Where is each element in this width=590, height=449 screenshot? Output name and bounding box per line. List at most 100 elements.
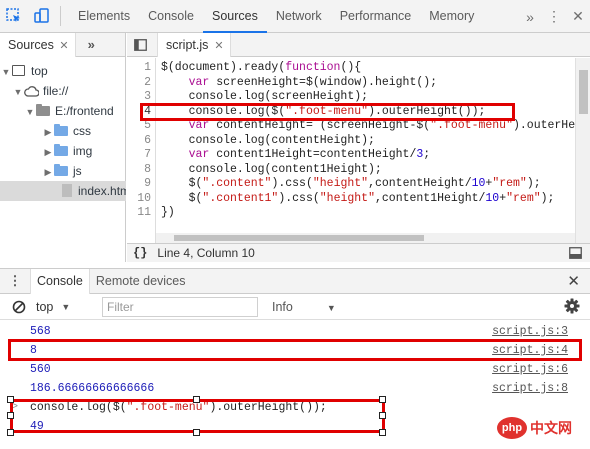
line-code: console.log(screenHeight);	[161, 90, 369, 103]
chevron-right-icon[interactable]: ▶	[42, 162, 54, 181]
source-link[interactable]: script.js:6	[492, 360, 568, 379]
tree-item-origin[interactable]: ▼ file://	[0, 81, 126, 101]
close-icon[interactable]: ✕	[59, 40, 68, 52]
horizontal-scrollbar[interactable]	[156, 233, 575, 243]
line-code: var contentHeight= (screenHeight-$(".foo…	[188, 119, 575, 132]
tree-label: file://	[43, 84, 69, 98]
tree-item-css[interactable]: ▶ css	[0, 121, 126, 141]
resize-handle[interactable]	[193, 396, 200, 403]
console-message: 560 script.js:6	[0, 360, 590, 379]
chevron-down-icon[interactable]: ▼	[12, 82, 24, 101]
code-area[interactable]: 1 $(document).ready(function(){ 2 var scr…	[127, 58, 575, 243]
gear-icon[interactable]	[564, 298, 580, 314]
tree-item-index-html[interactable]: index.html	[0, 181, 126, 201]
log-level-label: Info	[272, 300, 293, 314]
frame-icon	[12, 65, 25, 76]
resize-handle[interactable]	[379, 396, 386, 403]
chevron-down-icon[interactable]: ▼	[0, 62, 12, 81]
more-tabs-icon[interactable]: »	[518, 9, 542, 25]
source-link[interactable]: script.js:3	[492, 322, 568, 341]
line-number: 2	[144, 75, 151, 89]
tab-script-js[interactable]: script.js ✕	[157, 32, 231, 57]
tab-console[interactable]: Console	[139, 0, 203, 33]
close-drawer-icon[interactable]: ✕	[567, 272, 580, 290]
pretty-print-button[interactable]: {}	[133, 246, 147, 260]
tab-sources-navigator[interactable]: Sources ✕	[0, 32, 76, 57]
resize-handle[interactable]	[193, 429, 200, 436]
close-devtools-icon[interactable]: ✕	[566, 8, 590, 25]
watermark-text: 中文网	[530, 420, 572, 436]
tab-network[interactable]: Network	[267, 0, 331, 33]
more-tabs-icon[interactable]: »	[88, 37, 95, 52]
file-tab-label: script.js	[166, 37, 209, 52]
folder-icon	[54, 124, 68, 136]
context-selector[interactable]: top ▼	[36, 300, 70, 314]
source-link[interactable]: script.js:4	[492, 341, 568, 360]
line-number: 3	[144, 90, 151, 103]
log-value: 186.66666666666666	[30, 382, 155, 395]
chevron-right-icon[interactable]: ▶	[42, 122, 54, 141]
code-line: 6 console.log(contentHeight);	[127, 134, 575, 149]
folder-icon	[54, 164, 68, 176]
line-number: 6	[144, 133, 151, 147]
tree-item-img[interactable]: ▶ img	[0, 141, 126, 161]
code-line: 3 console.log(screenHeight);	[127, 90, 575, 105]
filter-input[interactable]: Filter	[102, 297, 258, 317]
log-value: 568	[30, 325, 51, 338]
toggle-navigator-icon[interactable]	[127, 38, 153, 51]
resize-handle[interactable]	[7, 396, 14, 403]
tree-label: index.html	[78, 184, 126, 198]
resize-handle[interactable]	[379, 412, 386, 419]
sources-navigator: Sources ✕ » ▼ top ▼ file:// ▼ E:/frontend ▶…	[0, 32, 126, 262]
kebab-menu-icon[interactable]: ⋮	[542, 8, 566, 25]
line-code: var screenHeight=$(window).height();	[188, 75, 438, 89]
inspect-element-icon[interactable]	[0, 0, 28, 33]
scrollbar-thumb[interactable]	[579, 70, 588, 114]
drawer-menu-icon[interactable]: ⋮	[0, 273, 30, 289]
console-input-echo: > console.log($(".foot-menu").outerHeigh…	[0, 398, 590, 417]
tree-item-folder-root[interactable]: ▼ E:/frontend	[0, 101, 126, 121]
code-line: 2 var screenHeight=$(window).height();	[127, 76, 575, 91]
log-level-select[interactable]: Info ▼	[272, 297, 336, 317]
device-toolbar-icon[interactable]	[28, 0, 56, 33]
dropdown-arrow-icon: ▼	[326, 303, 336, 313]
code-line: 5 var contentHeight= (screenHeight-$(".f…	[127, 119, 575, 134]
drawer-tabbar: ⋮ Console Remote devices ✕	[0, 268, 590, 294]
console-toolbar: top ▼ Filter Info ▼	[0, 294, 590, 320]
resize-handle[interactable]	[7, 429, 14, 436]
chevron-down-icon[interactable]: ▼	[24, 102, 36, 121]
tab-performance[interactable]: Performance	[331, 0, 421, 33]
tree-item-top[interactable]: ▼ top	[0, 61, 126, 81]
context-label: top	[36, 299, 54, 314]
chevron-right-icon[interactable]: ▶	[42, 142, 54, 161]
toggle-debugger-icon[interactable]	[569, 247, 582, 259]
code-editor: script.js ✕ 1 $(document).ready(function()…	[127, 32, 590, 262]
code-line-current: 4 console.log($(".foot-menu").outerHeigh…	[127, 105, 575, 120]
scrollbar-thumb[interactable]	[174, 235, 424, 241]
tree-label: css	[73, 124, 91, 138]
resize-handle[interactable]	[379, 429, 386, 436]
tree-label: E:/frontend	[55, 104, 114, 118]
devtools-tabbar: Elements Console Sources Network Perform…	[0, 0, 590, 33]
line-code: console.log(contentHeight);	[161, 133, 375, 147]
vertical-scrollbar[interactable]	[575, 58, 590, 243]
tab-drawer-console[interactable]: Console	[30, 268, 90, 294]
code-line: 1 $(document).ready(function(){	[127, 61, 575, 76]
line-number: 9	[144, 177, 151, 190]
tab-remote-devices[interactable]: Remote devices	[90, 269, 192, 294]
tree-label: js	[73, 164, 82, 178]
console-message: 8 script.js:4	[0, 341, 590, 360]
console-message: 568 script.js:3	[0, 322, 590, 341]
source-link[interactable]: script.js:8	[492, 379, 568, 398]
tree-item-js[interactable]: ▶ js	[0, 161, 126, 181]
tab-sources[interactable]: Sources	[202, 0, 267, 33]
console-message: 186.66666666666666 script.js:8	[0, 379, 590, 398]
clear-console-icon[interactable]	[12, 300, 26, 314]
tab-elements[interactable]: Elements	[69, 0, 139, 33]
close-icon[interactable]: ✕	[214, 40, 223, 52]
sources-navigator-label: Sources	[8, 37, 54, 52]
resize-handle[interactable]	[7, 412, 14, 419]
line-number: 10	[137, 191, 151, 205]
code-line: 11})	[127, 206, 575, 221]
tab-memory[interactable]: Memory	[420, 0, 483, 33]
